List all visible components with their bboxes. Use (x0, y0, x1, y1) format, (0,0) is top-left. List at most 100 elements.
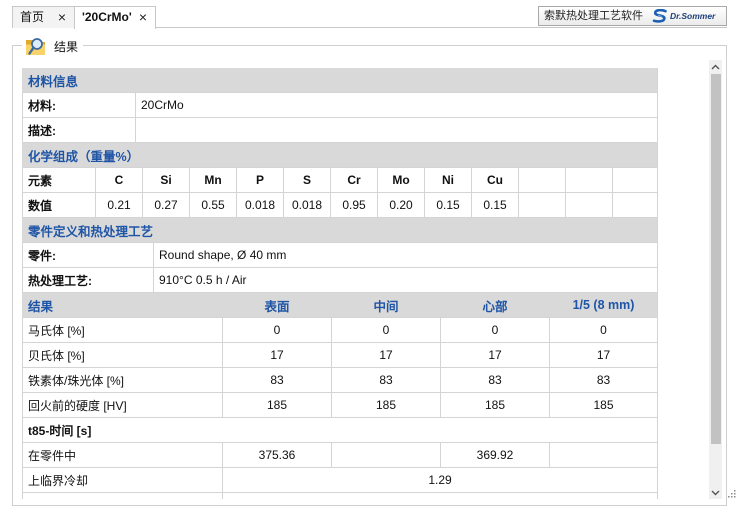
result-window: 首页 × '20CrMo' × 索默热处理工艺软件 Dr.Sommer 结果 材… (0, 0, 738, 513)
empty-cell (23, 493, 223, 499)
description-row: 描述: (22, 118, 658, 143)
row-label: 上临界冷却 (23, 468, 223, 492)
t85-surface-value: 375.36 (223, 443, 332, 467)
empty-cell (613, 168, 658, 192)
table-cell: 83 (441, 368, 550, 392)
material-label: 材料: (23, 93, 136, 117)
table-cell: 185 (550, 393, 658, 417)
composition-value: 0.15 (425, 193, 472, 217)
part-value: Round shape, Ø 40 mm (154, 243, 658, 267)
heat-treatment-value: 910°C 0.5 h / Air (154, 268, 658, 292)
scrollbar-track[interactable] (709, 74, 722, 485)
composition-value: 0.21 (96, 193, 143, 217)
chemistry-header-row: 化学组成（重量%） (22, 143, 658, 168)
column-header-fifth: 1/5 (8 mm) (550, 293, 658, 317)
column-header-middle: 中间 (332, 293, 441, 317)
section-header: 零件定义和热处理工艺 (23, 218, 658, 242)
material-row: 材料: 20CrMo (22, 93, 658, 118)
section-header: 材料信息 (23, 68, 658, 92)
table-cell: 185 (223, 393, 332, 417)
element-label: 元素 (23, 168, 96, 192)
tab-label: '20CrMo' (82, 10, 132, 24)
table-cell: 17 (441, 343, 550, 367)
composition-value: 0.20 (378, 193, 425, 217)
row-label: 马氏体 [%] (23, 318, 223, 342)
tab-label: 首页 (20, 10, 45, 24)
table-cell: 0 (332, 318, 441, 342)
results-group-header: 结果 (22, 33, 84, 59)
empty-cell (223, 493, 658, 499)
empty-cell (613, 193, 658, 217)
table-row: 贝氏体 [%] 17 17 17 17 (22, 343, 658, 368)
table-row (22, 493, 658, 499)
group-title: 结果 (54, 39, 79, 54)
t85-header: t85-时间 [s] (23, 418, 658, 442)
results-scroll-viewer[interactable]: 材料信息 材料: 20CrMo 描述: 化学组成（重量%） 元素 C Si Mn… (19, 60, 709, 499)
vertical-scrollbar[interactable] (709, 60, 722, 499)
composition-value: 0.95 (331, 193, 378, 217)
column-header-surface: 表面 (223, 293, 332, 317)
description-value (136, 118, 658, 142)
brand-text: 索默热处理工艺软件 (544, 10, 643, 22)
scrollbar-thumb[interactable] (711, 74, 721, 444)
table-cell: 17 (223, 343, 332, 367)
table-row: 铁素体/珠光体 [%] 83 83 83 83 (22, 368, 658, 393)
tab-close-button[interactable]: × (137, 9, 149, 25)
empty-cell (519, 168, 566, 192)
value-label: 数值 (23, 193, 96, 217)
element-row: 元素 C Si Mn P S Cr Mo Ni Cu (22, 168, 658, 193)
scroll-up-button[interactable] (709, 60, 722, 73)
logo-wordmark: Dr.Sommer (670, 11, 716, 21)
tab-20crmo[interactable]: '20CrMo' × (74, 6, 156, 29)
scroll-down-button[interactable] (709, 486, 722, 499)
element-symbol: P (237, 168, 284, 192)
part-label: 零件: (23, 243, 154, 267)
element-symbol: Si (143, 168, 190, 192)
heat-treatment-row: 热处理工艺: 910°C 0.5 h / Air (22, 268, 658, 293)
description-label: 描述: (23, 118, 136, 142)
t85-header-row: t85-时间 [s] (22, 418, 658, 443)
column-header-core: 心部 (441, 293, 550, 317)
chevron-down-icon (711, 490, 720, 495)
t85-in-part-row: 在零件中 375.36 369.92 (22, 443, 658, 468)
folder-search-icon (26, 38, 45, 55)
tab-close-button[interactable]: × (56, 9, 68, 25)
table-cell: 0 (441, 318, 550, 342)
chevron-up-icon (711, 64, 720, 69)
row-label: 回火前的硬度 [HV] (23, 393, 223, 417)
resize-grip-icon[interactable] (728, 489, 736, 498)
row-label: 铁素体/珠光体 [%] (23, 368, 223, 392)
table-cell: 83 (332, 368, 441, 392)
composition-value: 0.55 (190, 193, 237, 217)
element-symbol: Cr (331, 168, 378, 192)
table-row: 马氏体 [%] 0 0 0 0 (22, 318, 658, 343)
table-cell: 17 (332, 343, 441, 367)
section-header: 化学组成（重量%） (23, 143, 658, 167)
table-cell: 185 (332, 393, 441, 417)
element-symbol: S (284, 168, 331, 192)
part-definition-header-row: 零件定义和热处理工艺 (22, 218, 658, 243)
table-cell: 17 (550, 343, 658, 367)
element-symbol: C (96, 168, 143, 192)
element-symbol: Mo (378, 168, 425, 192)
tab-home[interactable]: 首页 × (12, 6, 75, 28)
composition-value: 0.018 (284, 193, 331, 217)
t85-upper-critical-row: 上临界冷却 1.29 (22, 468, 658, 493)
table-cell: 0 (550, 318, 658, 342)
results-grid: 材料信息 材料: 20CrMo 描述: 化学组成（重量%） 元素 C Si Mn… (22, 68, 658, 499)
empty-cell (332, 443, 441, 467)
row-label: 在零件中 (23, 443, 223, 467)
composition-value: 0.15 (472, 193, 519, 217)
row-label: 贝氏体 [%] (23, 343, 223, 367)
composition-value: 0.27 (143, 193, 190, 217)
empty-cell (550, 443, 658, 467)
material-info-header-row: 材料信息 (22, 68, 658, 93)
brand-banner: 索默热处理工艺软件 Dr.Sommer (538, 6, 727, 26)
empty-cell (566, 193, 613, 217)
element-symbol: Ni (425, 168, 472, 192)
table-cell: 0 (223, 318, 332, 342)
results-header-row: 结果 表面 中间 心部 1/5 (8 mm) (22, 293, 658, 318)
element-symbol: Cu (472, 168, 519, 192)
table-cell: 83 (550, 368, 658, 392)
part-row: 零件: Round shape, Ø 40 mm (22, 243, 658, 268)
